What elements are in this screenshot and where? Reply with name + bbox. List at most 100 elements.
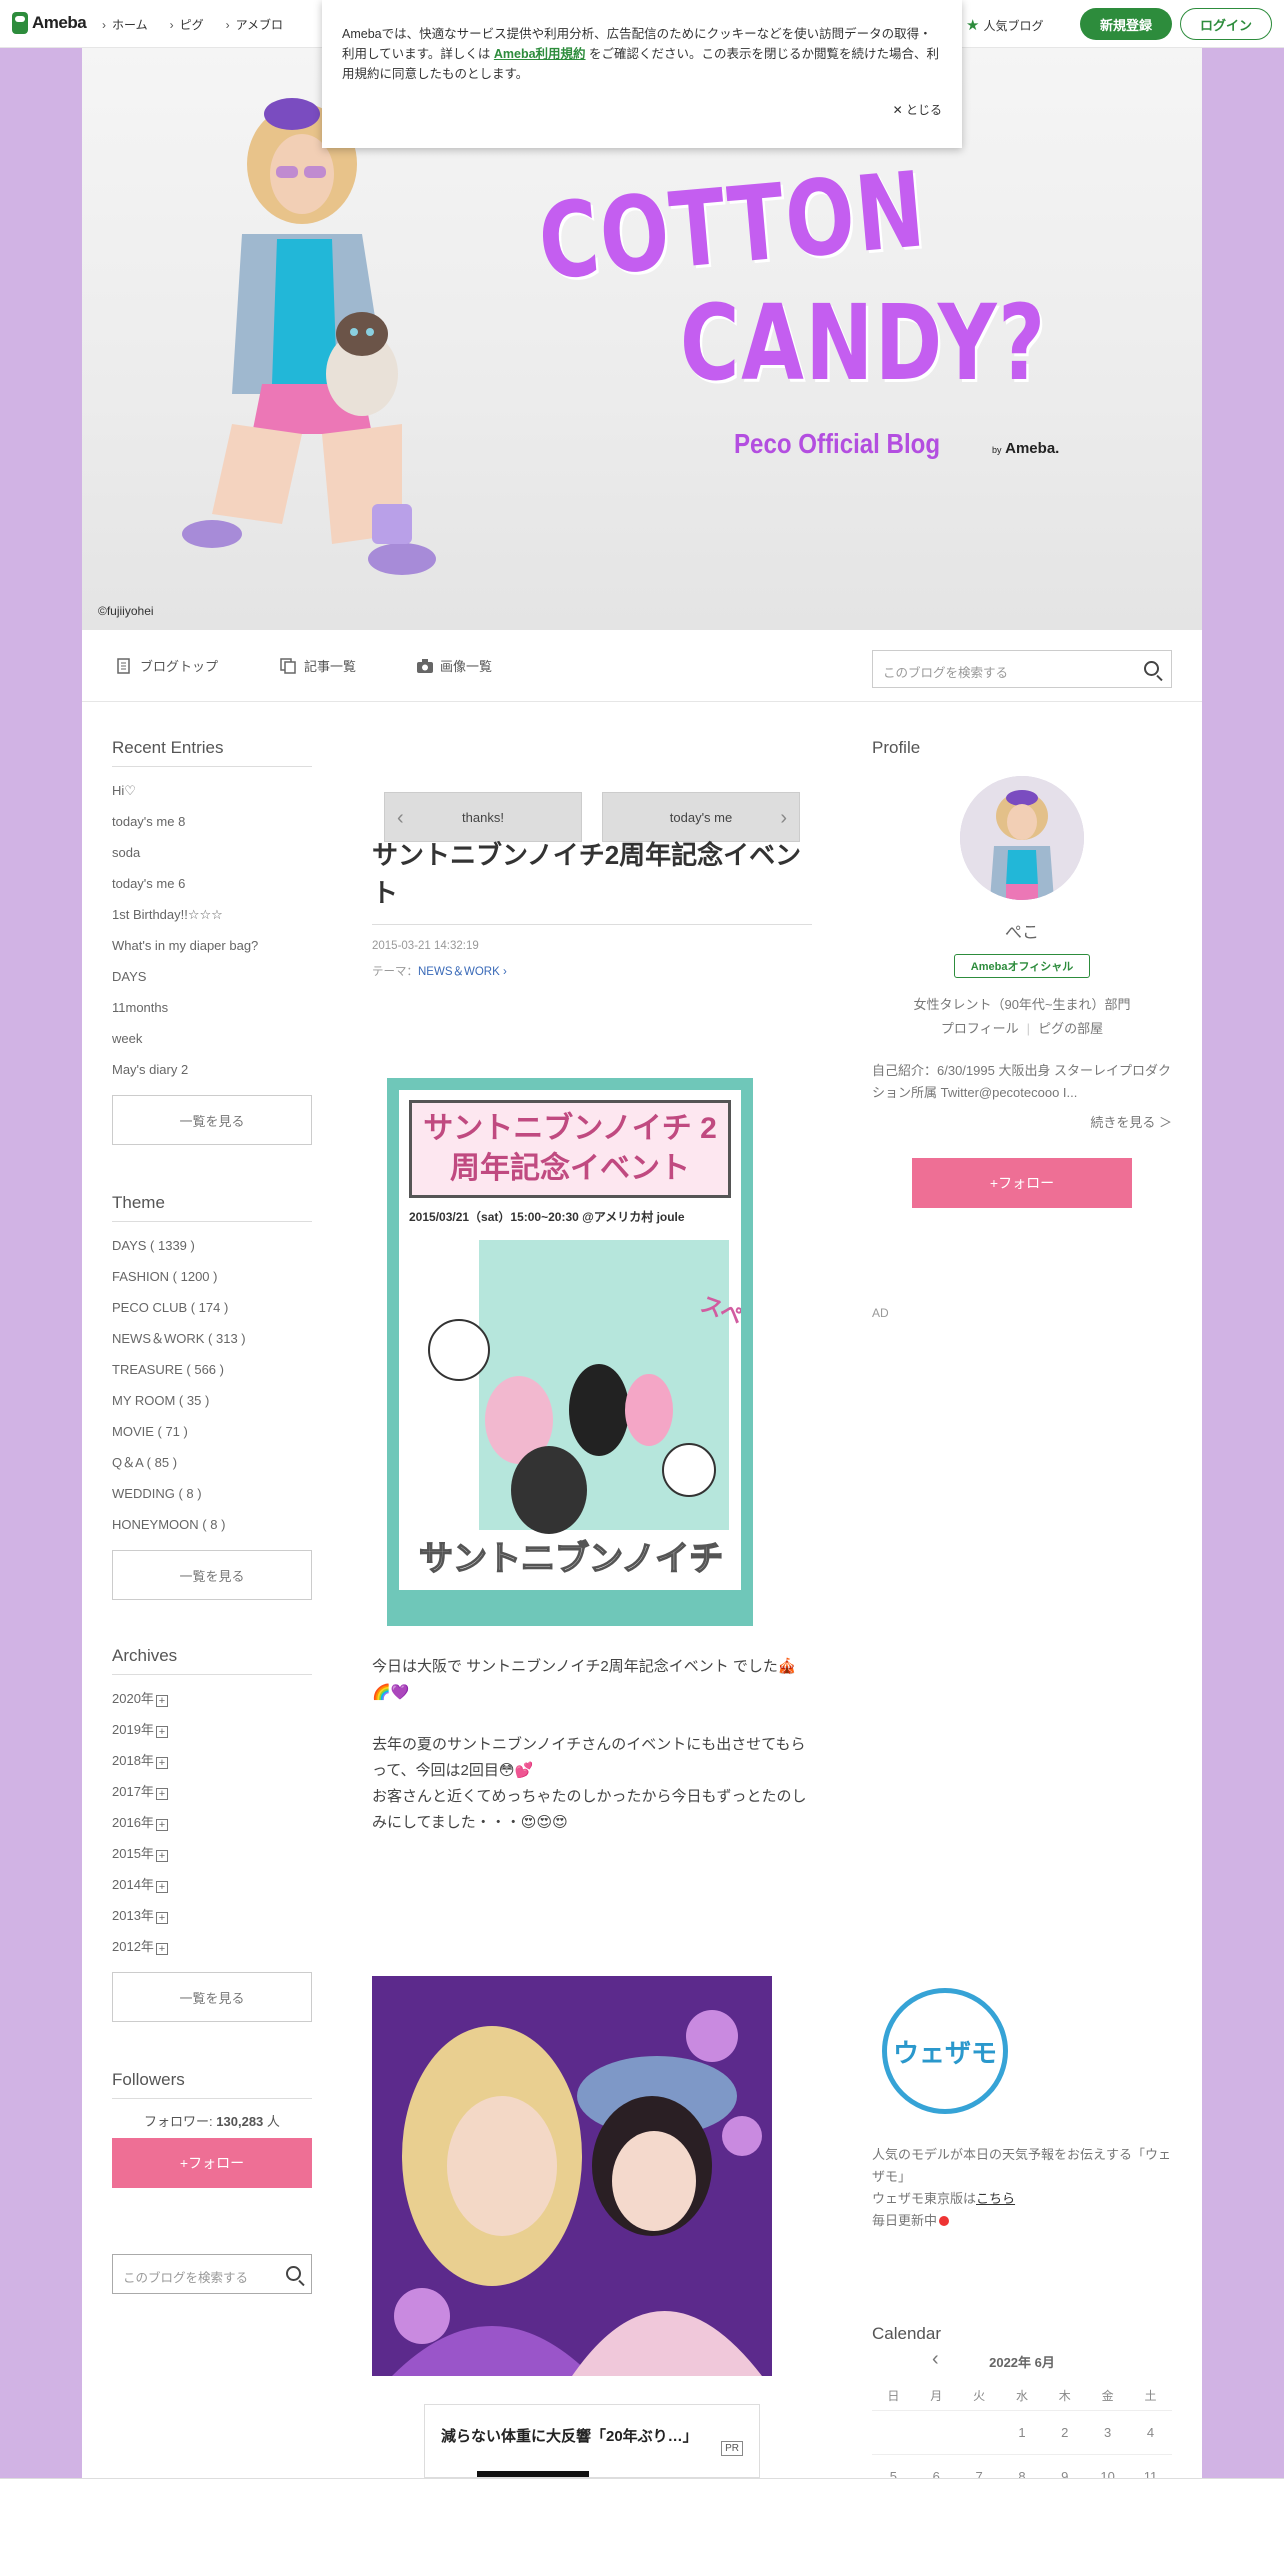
expand-icon[interactable]: + [155, 1943, 168, 1955]
login-button[interactable]: ログイン [1180, 8, 1272, 40]
search-icon[interactable] [1144, 661, 1159, 676]
profile-name[interactable]: ぺこ [872, 918, 1172, 943]
expand-icon[interactable]: + [155, 1881, 168, 1893]
list-item[interactable]: MOVIE ( 71 ) [112, 1416, 312, 1447]
post-theme: テーマ：NEWS＆WORK › [372, 966, 507, 978]
pigg-room-link[interactable]: ピグの部屋 [1038, 1021, 1103, 1036]
calendar-week: 1 2 3 4 [872, 2410, 1172, 2454]
recent-entries-list: Hi♡ today's me 8 soda today's me 6 1st B… [112, 775, 312, 1085]
blog-nav: ブログトップ 記事一覧 画像一覧 このブログを検索する [82, 630, 1202, 702]
list-item[interactable]: 1st Birthday!!☆☆☆ [112, 899, 312, 930]
list-item[interactable]: DAYS [112, 961, 312, 992]
list-item[interactable]: NEWS＆WORK ( 313 ) [112, 1323, 312, 1354]
model-photo [182, 98, 436, 575]
list-item[interactable]: 2015年 + [112, 1838, 312, 1869]
list-item[interactable]: 2017年 + [112, 1776, 312, 1807]
ameba-logo-icon [12, 12, 28, 34]
list-item[interactable]: WEDDING ( 8 ) [112, 1478, 312, 1509]
archives-more-button[interactable]: 一覧を見る [112, 1972, 312, 2022]
official-badge[interactable]: Amebaオフィシャル [954, 954, 1090, 978]
signup-button[interactable]: 新規登録 [1080, 8, 1172, 40]
post-paragraph: お客さんと近くてめっちゃたのしかったから今日もずっとたのしみにしてました・・・😍… [372, 1788, 807, 1831]
list-item[interactable]: PECO CLUB ( 174 ) [112, 1292, 312, 1323]
sidebar-search-input[interactable]: このブログを検索する [112, 2254, 312, 2294]
list-item[interactable]: soda [112, 837, 312, 868]
list-item[interactable]: HONEYMOON ( 8 ) [112, 1509, 312, 1540]
post-theme-link[interactable]: NEWS＆WORK › [418, 966, 507, 978]
list-item[interactable]: today's me 6 [112, 868, 312, 899]
chevron-left-icon: ‹ [397, 807, 404, 829]
list-item[interactable]: week [112, 1023, 312, 1054]
nav-pigg-link[interactable]: ピグ [170, 16, 204, 33]
profile-more-link[interactable]: 続きを見る ＞ [1090, 1112, 1172, 1131]
list-item[interactable]: TREASURE ( 566 ) [112, 1354, 312, 1385]
blog-top-link[interactable]: ブログトップ [116, 656, 218, 675]
list-item[interactable]: today's me 8 [112, 806, 312, 837]
post-body: 今日は大阪で サントニブンノイチ2周年記念イベント でした🎪🌈💜 去年の夏のサン… [372, 1654, 812, 1836]
profile-follow-button[interactable]: +フォロー [912, 1158, 1132, 1208]
expand-icon[interactable]: + [155, 1757, 168, 1769]
expand-icon[interactable]: + [155, 1819, 168, 1831]
followers-heading: Followers [112, 2070, 312, 2099]
list-item[interactable]: 2014年 + [112, 1869, 312, 1900]
chevron-right-icon: › [780, 807, 787, 829]
list-item[interactable]: 11months [112, 992, 312, 1023]
weather-logo[interactable]: ウェザモ [882, 1988, 1008, 2114]
image-list-link[interactable]: 画像一覧 [416, 656, 492, 675]
post-photo[interactable] [372, 1976, 772, 2376]
list-item[interactable]: 2016年 + [112, 1807, 312, 1838]
popular-blogs-link[interactable]: ★ 人気ブログ [966, 16, 1043, 34]
follow-button[interactable]: +フォロー [112, 2138, 312, 2188]
next-entry-button[interactable]: today's me › [602, 792, 800, 842]
list-item[interactable]: 2012年 + [112, 1931, 312, 1962]
list-item[interactable]: 2018年 + [112, 1745, 312, 1776]
list-item[interactable]: 2019年 + [112, 1714, 312, 1745]
list-item[interactable]: May's diary 2 [112, 1054, 312, 1085]
entry-list-link[interactable]: 記事一覧 [280, 656, 356, 675]
weather-here-link[interactable]: こちら [976, 2191, 1015, 2206]
expand-icon[interactable]: + [155, 1788, 168, 1800]
avatar[interactable] [960, 776, 1084, 900]
star-icon: ★ [966, 17, 980, 34]
profile-link[interactable]: プロフィール [941, 1021, 1019, 1036]
list-item[interactable]: Hi♡ [112, 775, 312, 806]
calendar-day[interactable]: 4 [1129, 2411, 1172, 2454]
nav-home-link[interactable]: ホーム [102, 16, 148, 33]
expand-icon[interactable]: + [155, 1850, 168, 1862]
prev-entry-button[interactable]: ‹ thanks! [384, 792, 582, 842]
recent-more-button[interactable]: 一覧を見る [112, 1095, 312, 1145]
copy-icon [280, 657, 296, 674]
expand-icon[interactable]: + [155, 1912, 168, 1924]
list-item[interactable]: Q＆A ( 85 ) [112, 1447, 312, 1478]
list-item[interactable]: What's in my diaper bag? [112, 930, 312, 961]
list-item[interactable]: DAYS ( 1339 ) [112, 1230, 312, 1261]
list-item[interactable]: MY ROOM ( 35 ) [112, 1385, 312, 1416]
expand-icon[interactable]: + [155, 1695, 168, 1707]
sponsored-ad[interactable]: 減らない体重に大反響「20年ぶり…」 PR [424, 2404, 760, 2478]
profile-intro: 自己紹介：6/30/1995 大阪出身 スターレイプロダクション所属 Twitt… [872, 1063, 1172, 1100]
calendar-day[interactable]: 1 [1001, 2411, 1044, 2454]
expand-icon[interactable]: + [155, 1726, 168, 1738]
profile-category[interactable]: 女性タレント（90年代~生まれ）部門 [872, 994, 1172, 1013]
header-title-candy: CANDY? [680, 282, 1047, 404]
list-item[interactable]: 2020年 + [112, 1683, 312, 1714]
svg-text:サントニブンノイチ: サントニブンノイチ [419, 1539, 723, 1579]
list-item[interactable]: 2013年 + [112, 1900, 312, 1931]
terms-link[interactable]: Ameba利用規約 [494, 47, 586, 61]
archives-heading: Archives [112, 1646, 312, 1675]
nav-ameblo-link[interactable]: アメブロ [226, 16, 283, 33]
weather-description: 人気のモデルが本日の天気予報をお伝えする「ウェザモ」 ウェザモ東京版はこちら 毎… [872, 2147, 1172, 2228]
cookie-close-button[interactable]: ✕ とじる [893, 100, 942, 120]
popular-blogs-label: 人気ブログ [983, 18, 1044, 33]
list-item[interactable]: FASHION ( 1200 ) [112, 1261, 312, 1292]
theme-more-button[interactable]: 一覧を見る [112, 1550, 312, 1600]
calendar-day[interactable]: 3 [1086, 2411, 1129, 2454]
ameba-logo[interactable]: Ameba [12, 12, 87, 34]
post-title: サントニブンノイチ2周年記念イベント [372, 836, 812, 925]
calendar-day[interactable]: 2 [1043, 2411, 1086, 2454]
theme-heading: Theme [112, 1193, 312, 1222]
search-icon[interactable] [286, 2266, 301, 2281]
global-nav: ホーム ピグ アメブロ [102, 16, 283, 33]
blog-search-input[interactable]: このブログを検索する [872, 650, 1172, 688]
event-flyer-image[interactable]: サントニブンノイチ スペシャル サントニブンノイチ 2周年記念イベント 2015… [387, 1078, 753, 1626]
